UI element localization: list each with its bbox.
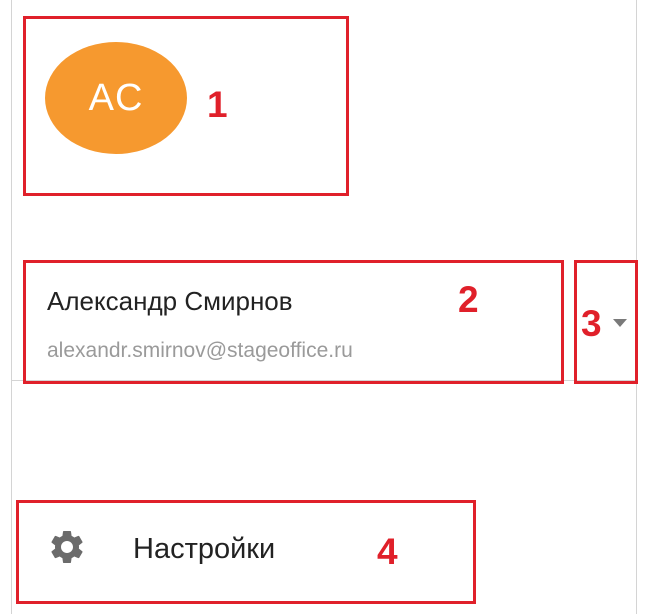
callout-number-4: 4	[377, 531, 398, 572]
callout-box-4	[16, 500, 476, 604]
callout-number-1: 1	[207, 84, 228, 125]
callout-box-1	[23, 16, 349, 196]
callout-number-2: 2	[458, 279, 479, 320]
panel-left-border	[11, 0, 12, 614]
callout-number-3: 3	[581, 303, 602, 344]
callout-box-2	[23, 260, 564, 384]
